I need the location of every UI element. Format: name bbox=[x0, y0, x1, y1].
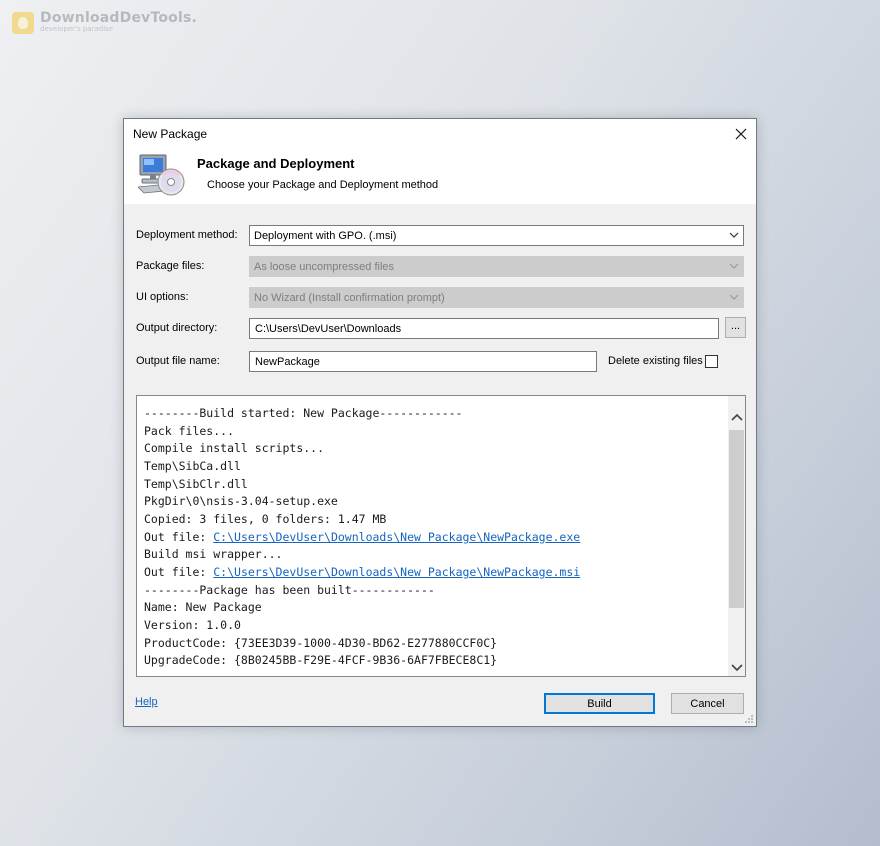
log-line: PkgDir\0\nsis-3.04-setup.exe bbox=[144, 494, 338, 509]
browse-button[interactable]: ... bbox=[725, 317, 746, 338]
log-line: Pack files... bbox=[144, 423, 235, 438]
log-line: Version: 1.0.0 bbox=[144, 617, 241, 632]
log-line: --------Build started: New Package------… bbox=[144, 406, 463, 420]
log-line: Out file: C:\Users\DevUser\Downloads\New… bbox=[144, 564, 580, 582]
log-line: Out file: C:\Users\DevUser\Downloads\New… bbox=[144, 529, 580, 547]
watermark-subtitle: developer's paradise bbox=[40, 25, 114, 33]
delete-existing-label: Delete existing files bbox=[608, 355, 703, 367]
log-line: --------Package has been built----------… bbox=[144, 582, 435, 597]
output-file-link[interactable]: C:\Users\DevUser\Downloads\New Package\N… bbox=[213, 530, 580, 544]
log-line: ----------------------------------------… bbox=[144, 670, 580, 676]
deployment-method-label: Deployment method: bbox=[136, 229, 238, 241]
deployment-method-select[interactable]: Deployment with GPO. (.msi) bbox=[249, 225, 744, 246]
output-file-name-input[interactable]: NewPackage bbox=[249, 351, 597, 372]
ui-options-value: No Wizard (Install confirmation prompt) bbox=[254, 291, 445, 304]
header-title: Package and Deployment bbox=[197, 156, 355, 171]
deployment-method-value: Deployment with GPO. (.msi) bbox=[254, 229, 397, 242]
cancel-button[interactable]: Cancel bbox=[671, 693, 744, 714]
package-files-label: Package files: bbox=[136, 260, 205, 272]
build-button[interactable]: Build bbox=[544, 693, 655, 714]
chevron-down-icon bbox=[729, 294, 739, 300]
build-log[interactable]: --------Build started: New Package------… bbox=[136, 395, 746, 677]
close-icon bbox=[735, 128, 747, 140]
log-line: Compile install scripts... bbox=[144, 441, 325, 456]
new-package-dialog: New Package Package and Deployment Choos… bbox=[123, 118, 757, 727]
scroll-thumb[interactable] bbox=[729, 430, 744, 608]
watermark: DownloadDevTools. developer's paradise bbox=[12, 10, 197, 34]
chevron-down-icon bbox=[729, 263, 739, 269]
close-button[interactable] bbox=[726, 119, 756, 149]
delete-existing-checkbox[interactable] bbox=[705, 355, 718, 368]
log-line: UpgradeCode: {8B0245BB-F29E-4FCF-9B36-6A… bbox=[144, 653, 498, 668]
output-file-link[interactable]: C:\Users\DevUser\Downloads\New Package\N… bbox=[213, 565, 580, 579]
log-line: Name: New Package bbox=[144, 600, 262, 615]
log-line: Build msi wrapper... bbox=[144, 547, 283, 562]
header-subtitle: Choose your Package and Deployment metho… bbox=[207, 179, 439, 191]
ui-options-select[interactable]: No Wizard (Install confirmation prompt) bbox=[249, 287, 744, 308]
dialog-header: Package and Deployment Choose your Packa… bbox=[124, 149, 756, 204]
ui-options-label: UI options: bbox=[136, 291, 189, 303]
window-title: New Package bbox=[133, 127, 208, 141]
chevron-up-icon bbox=[730, 413, 743, 421]
log-line-prefix: Out file: bbox=[144, 564, 214, 579]
log-line: Temp\SibClr.dll bbox=[144, 476, 248, 491]
build-log-lines: --------Build started: New Package------… bbox=[144, 405, 580, 676]
package-files-select[interactable]: As loose uncompressed files bbox=[249, 256, 744, 277]
output-directory-value: C:\Users\DevUser\Downloads bbox=[255, 322, 402, 335]
log-line: ProductCode: {73EE3D39-1000-4D30-BD62-E2… bbox=[144, 635, 498, 650]
output-file-name-value: NewPackage bbox=[255, 355, 320, 368]
log-line-prefix: Out file: bbox=[144, 529, 214, 544]
resize-grip-icon[interactable] bbox=[744, 714, 754, 724]
log-line: Temp\SibCa.dll bbox=[144, 458, 241, 473]
help-link[interactable]: Help bbox=[135, 696, 158, 708]
chevron-down-icon bbox=[730, 663, 743, 671]
scroll-up-button[interactable] bbox=[728, 408, 745, 425]
package-files-value: As loose uncompressed files bbox=[254, 260, 395, 273]
output-directory-label: Output directory: bbox=[136, 322, 218, 334]
log-line: Copied: 3 files, 0 folders: 1.47 MB bbox=[144, 511, 387, 526]
output-directory-input[interactable]: C:\Users\DevUser\Downloads bbox=[249, 318, 719, 339]
output-file-name-label: Output file name: bbox=[136, 355, 220, 367]
log-scrollbar[interactable] bbox=[728, 396, 745, 676]
title-bar[interactable]: New Package bbox=[124, 119, 756, 149]
computer-cd-icon bbox=[138, 154, 185, 196]
watermark-title: DownloadDevTools. bbox=[40, 10, 198, 26]
scroll-down-button[interactable] bbox=[728, 659, 745, 676]
watermark-logo-icon bbox=[12, 12, 34, 34]
chevron-down-icon bbox=[729, 232, 739, 238]
